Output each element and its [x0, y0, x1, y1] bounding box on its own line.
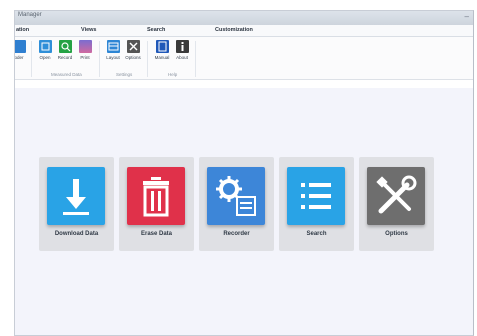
ribbon-separator — [99, 41, 100, 77]
recorder-icon — [15, 40, 26, 53]
ribbon-about-button[interactable]: About — [172, 40, 192, 70]
tab-views[interactable]: Views — [81, 27, 97, 33]
minimize-button[interactable]: – — [465, 12, 469, 21]
ribbon-tabs: ation Views Search Customization — [15, 25, 473, 37]
tab-customization[interactable]: Customization — [215, 27, 253, 33]
ribbon-separator — [195, 41, 196, 77]
group-label-measured-data: Measured Data — [51, 72, 82, 77]
ribbon-layout-button[interactable]: Layout — [103, 40, 123, 70]
layout-icon — [106, 40, 120, 53]
tab-navigation[interactable]: ation — [16, 27, 29, 33]
group-label-help: Help — [168, 72, 178, 77]
tile-options[interactable]: Options — [359, 157, 434, 251]
options-icon — [126, 40, 140, 53]
home-tiles: Download Data Erase Data Recorder Search… — [39, 157, 459, 261]
ribbon-bottom-strip — [15, 80, 473, 88]
ribbon-open-button[interactable]: Open — [35, 40, 55, 70]
open-icon — [38, 40, 52, 53]
download-icon — [47, 167, 105, 225]
app-window: Manager – ation Views Search Customizati… — [14, 10, 474, 336]
tools-icon — [367, 167, 425, 225]
ribbon-separator — [147, 41, 148, 77]
tile-label: Download Data — [54, 231, 99, 237]
tile-label: Recorder — [223, 231, 250, 237]
ribbon-options-button[interactable]: Options — [123, 40, 143, 70]
tile-label: Erase Data — [140, 231, 173, 237]
ribbon-separator — [31, 41, 32, 77]
tile-label: Search — [306, 231, 327, 237]
tile-erase-data[interactable]: Erase Data — [119, 157, 194, 251]
tile-label: Options — [385, 231, 408, 237]
record-icon — [58, 40, 72, 53]
window-title: Manager — [18, 12, 42, 18]
group-label-settings: Settings — [116, 72, 133, 77]
trash-icon — [127, 167, 185, 225]
ribbon-print-button[interactable]: Print — [75, 40, 95, 70]
manual-icon — [155, 40, 169, 53]
about-icon — [175, 40, 189, 53]
ribbon: oder Open Record Print Layout Options Ma… — [15, 37, 473, 80]
recorder-gear-icon — [207, 167, 265, 225]
ribbon-recorder-button[interactable]: oder — [15, 40, 29, 70]
tab-search[interactable]: Search — [147, 27, 165, 33]
ribbon-manual-button[interactable]: Manual — [152, 40, 172, 70]
tile-recorder[interactable]: Recorder — [199, 157, 274, 251]
ribbon-record-button[interactable]: Record — [55, 40, 75, 70]
title-bar: Manager – — [15, 11, 473, 26]
list-icon — [287, 167, 345, 225]
tile-download-data[interactable]: Download Data — [39, 157, 114, 251]
tile-search[interactable]: Search — [279, 157, 354, 251]
print-icon — [78, 40, 92, 53]
